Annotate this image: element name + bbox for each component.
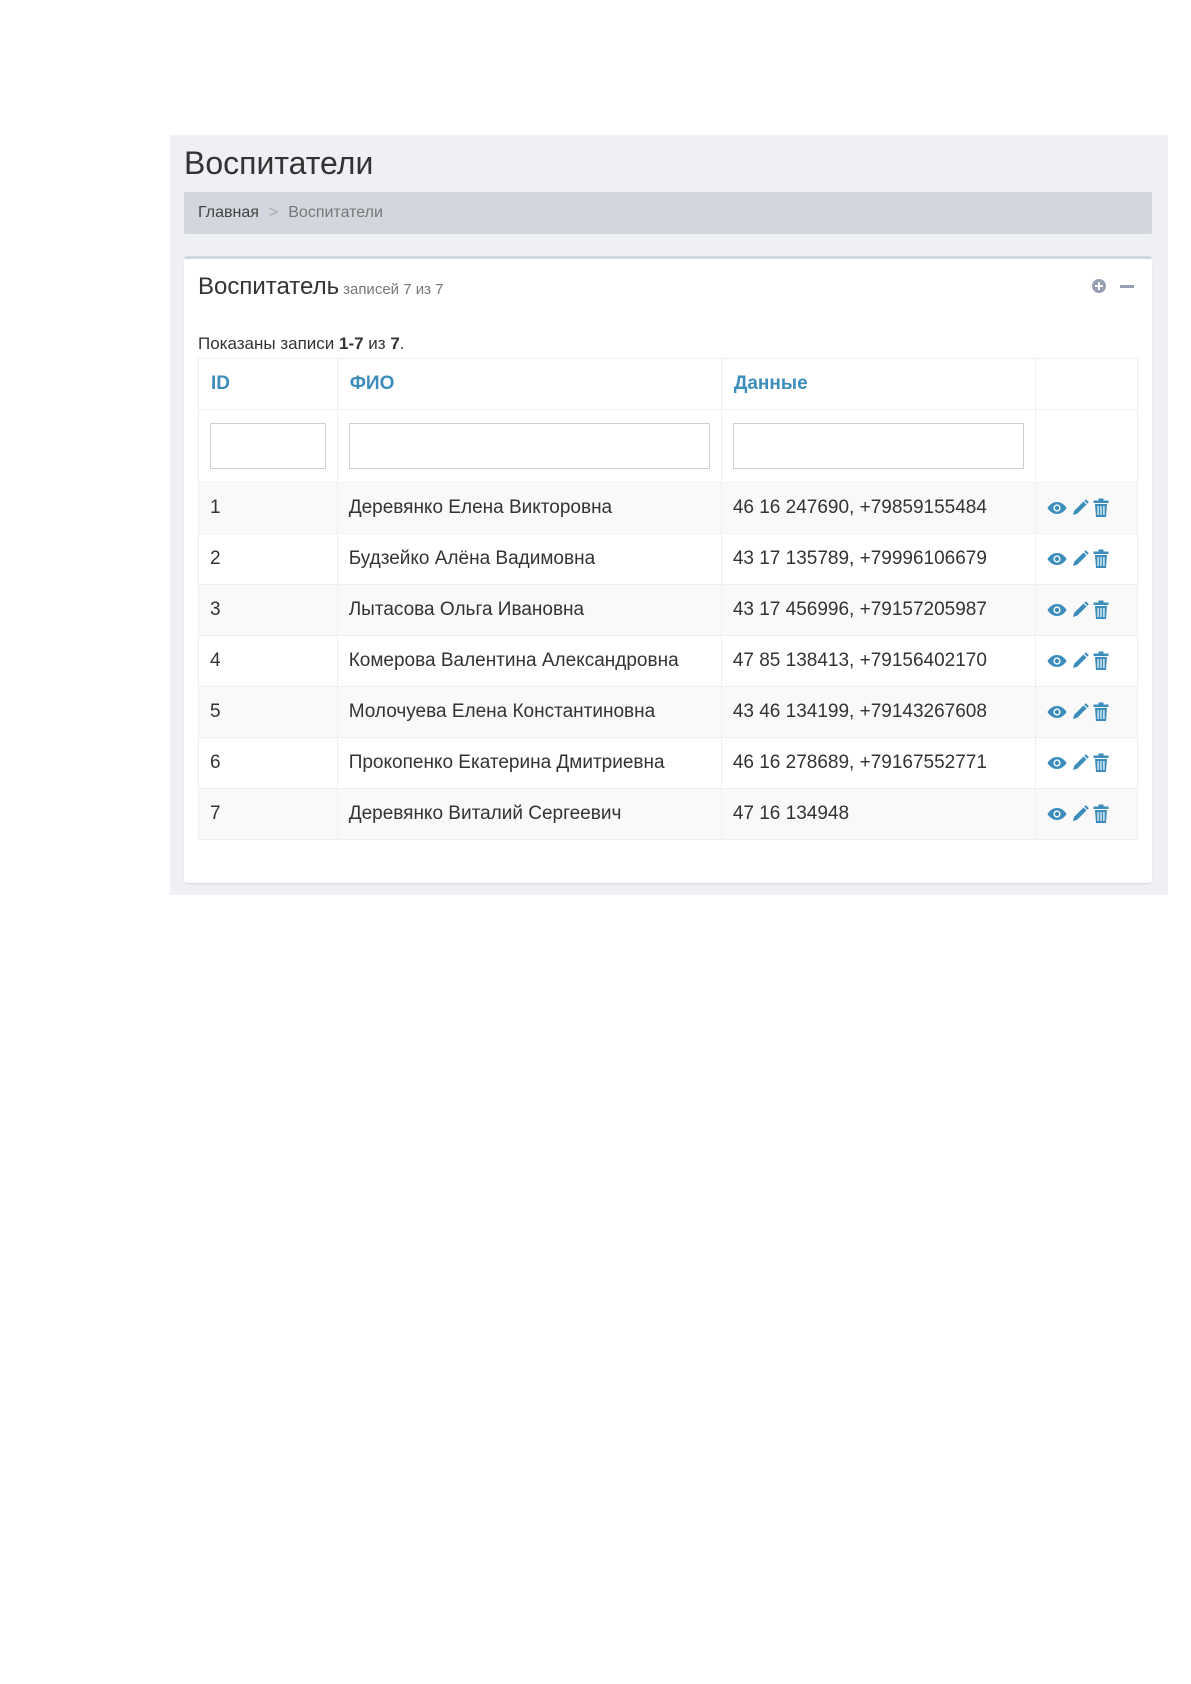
cell-fio: Деревянко Елена Викторовна bbox=[336, 482, 722, 534]
table-row: 3 Лытасова Ольга Ивановна 43 17 456996, +7… bbox=[198, 584, 1139, 636]
table-body: 1 Деревянко Елена Викторовна 46 16 247690,… bbox=[198, 482, 1139, 840]
educators-box: Воспитатель записей 7 из 7 Показаны запис… bbox=[184, 256, 1152, 883]
trash-icon[interactable] bbox=[1093, 549, 1109, 569]
cell-fio: Будзейко Алёна Вадимовна bbox=[336, 533, 722, 585]
breadcrumb-separator: > bbox=[268, 204, 279, 221]
column-header-id[interactable]: ID bbox=[198, 358, 338, 410]
cell-data: 43 46 134199, +79143267608 bbox=[720, 686, 1036, 738]
eye-icon[interactable] bbox=[1047, 756, 1067, 770]
summary-prefix: Показаны записи bbox=[198, 334, 339, 353]
cell-actions bbox=[1034, 737, 1139, 789]
box-title: Воспитатель записей 7 из 7 bbox=[198, 273, 443, 301]
trash-icon[interactable] bbox=[1093, 804, 1109, 824]
cell-data: 47 16 134948 bbox=[720, 788, 1036, 840]
filter-id-input[interactable] bbox=[210, 423, 326, 469]
table-row: 4 Комерова Валентина Александровна 47 85 1… bbox=[198, 635, 1139, 687]
eye-icon[interactable] bbox=[1047, 552, 1067, 566]
content-wrapper: Воспитатели Главная > Воспитатели Воспитат… bbox=[170, 135, 1168, 895]
summary-range: 1-7 bbox=[339, 334, 364, 353]
column-header-data[interactable]: Данные bbox=[720, 358, 1036, 410]
eye-icon[interactable] bbox=[1047, 654, 1067, 668]
trash-icon[interactable] bbox=[1093, 600, 1109, 620]
box-subtitle: записей 7 из 7 bbox=[343, 281, 444, 298]
breadcrumb: Главная > Воспитатели bbox=[184, 192, 1152, 234]
breadcrumb-home-link[interactable]: Главная bbox=[198, 204, 259, 221]
trash-icon[interactable] bbox=[1093, 753, 1109, 773]
cell-actions bbox=[1034, 635, 1139, 687]
cell-id: 3 bbox=[198, 584, 338, 636]
filter-row bbox=[198, 409, 1139, 483]
summary-total: 7 bbox=[390, 334, 400, 353]
box-tools bbox=[1092, 279, 1134, 293]
cell-data: 43 17 456996, +79157205987 bbox=[720, 584, 1036, 636]
cell-actions bbox=[1034, 686, 1139, 738]
trash-icon[interactable] bbox=[1093, 702, 1109, 722]
pencil-icon[interactable] bbox=[1070, 804, 1090, 824]
column-header-fio[interactable]: ФИО bbox=[336, 358, 722, 410]
minus-icon[interactable] bbox=[1120, 284, 1134, 288]
cell-actions bbox=[1034, 482, 1139, 534]
table-row: 5 Молочуева Елена Константиновна 43 46 134… bbox=[198, 686, 1139, 738]
pencil-icon[interactable] bbox=[1070, 651, 1090, 671]
cell-actions bbox=[1034, 788, 1139, 840]
educators-table: ID ФИО Данные 1 Деревянко Елена Викторовн… bbox=[198, 358, 1139, 840]
table-row: 6 Прокопенко Екатерина Дмитриевна 46 16 27… bbox=[198, 737, 1139, 789]
cell-fio: Комерова Валентина Александровна bbox=[336, 635, 722, 687]
cell-data: 43 17 135789, +79996106679 bbox=[720, 533, 1036, 585]
pencil-icon[interactable] bbox=[1070, 549, 1090, 569]
eye-icon[interactable] bbox=[1047, 501, 1067, 515]
table-row: 1 Деревянко Елена Викторовна 46 16 247690,… bbox=[198, 482, 1139, 534]
pencil-icon[interactable] bbox=[1070, 600, 1090, 620]
cell-id: 7 bbox=[198, 788, 338, 840]
cell-actions bbox=[1034, 533, 1139, 585]
pencil-icon[interactable] bbox=[1070, 753, 1090, 773]
summary-suffix: . bbox=[399, 334, 405, 353]
eye-icon[interactable] bbox=[1047, 807, 1067, 821]
filter-cell-fio bbox=[336, 409, 722, 483]
eye-icon[interactable] bbox=[1047, 705, 1067, 719]
pencil-icon[interactable] bbox=[1070, 498, 1090, 518]
cell-fio: Деревянко Виталий Сергеевич bbox=[336, 788, 722, 840]
cell-fio: Молочуева Елена Константиновна bbox=[336, 686, 722, 738]
cell-id: 2 bbox=[198, 533, 338, 585]
cell-fio: Лытасова Ольга Ивановна bbox=[336, 584, 722, 636]
table-row: 7 Деревянко Виталий Сергеевич 47 16 134948 bbox=[198, 788, 1139, 840]
filter-cell-data bbox=[720, 409, 1036, 483]
table-header-row: ID ФИО Данные bbox=[198, 358, 1139, 410]
cell-data: 47 85 138413, +79156402170 bbox=[720, 635, 1036, 687]
box-title-text: Воспитатель bbox=[198, 273, 340, 300]
eye-icon[interactable] bbox=[1047, 603, 1067, 617]
table-row: 2 Будзейко Алёна Вадимовна 43 17 135789, +… bbox=[198, 533, 1139, 585]
summary-middle: из bbox=[363, 334, 391, 353]
cell-actions bbox=[1034, 584, 1139, 636]
cell-fio: Прокопенко Екатерина Дмитриевна bbox=[336, 737, 722, 789]
page-title: Воспитатели bbox=[184, 145, 374, 181]
trash-icon[interactable] bbox=[1093, 498, 1109, 518]
column-header-actions bbox=[1034, 358, 1139, 410]
filter-cell-id bbox=[198, 409, 338, 483]
cell-id: 4 bbox=[198, 635, 338, 687]
cell-data: 46 16 247690, +79859155484 bbox=[720, 482, 1036, 534]
cell-id: 6 bbox=[198, 737, 338, 789]
trash-icon[interactable] bbox=[1093, 651, 1109, 671]
breadcrumb-current: Воспитатели bbox=[288, 204, 383, 221]
filter-cell-actions bbox=[1034, 409, 1139, 483]
filter-fio-input[interactable] bbox=[348, 423, 710, 469]
cell-id: 5 bbox=[198, 686, 338, 738]
records-summary: Показаны записи 1-7 из 7. bbox=[198, 334, 405, 354]
plus-circle-icon[interactable] bbox=[1092, 279, 1106, 293]
cell-id: 1 bbox=[198, 482, 338, 534]
pencil-icon[interactable] bbox=[1070, 702, 1090, 722]
cell-data: 46 16 278689, +79167552771 bbox=[720, 737, 1036, 789]
filter-data-input[interactable] bbox=[732, 423, 1024, 469]
